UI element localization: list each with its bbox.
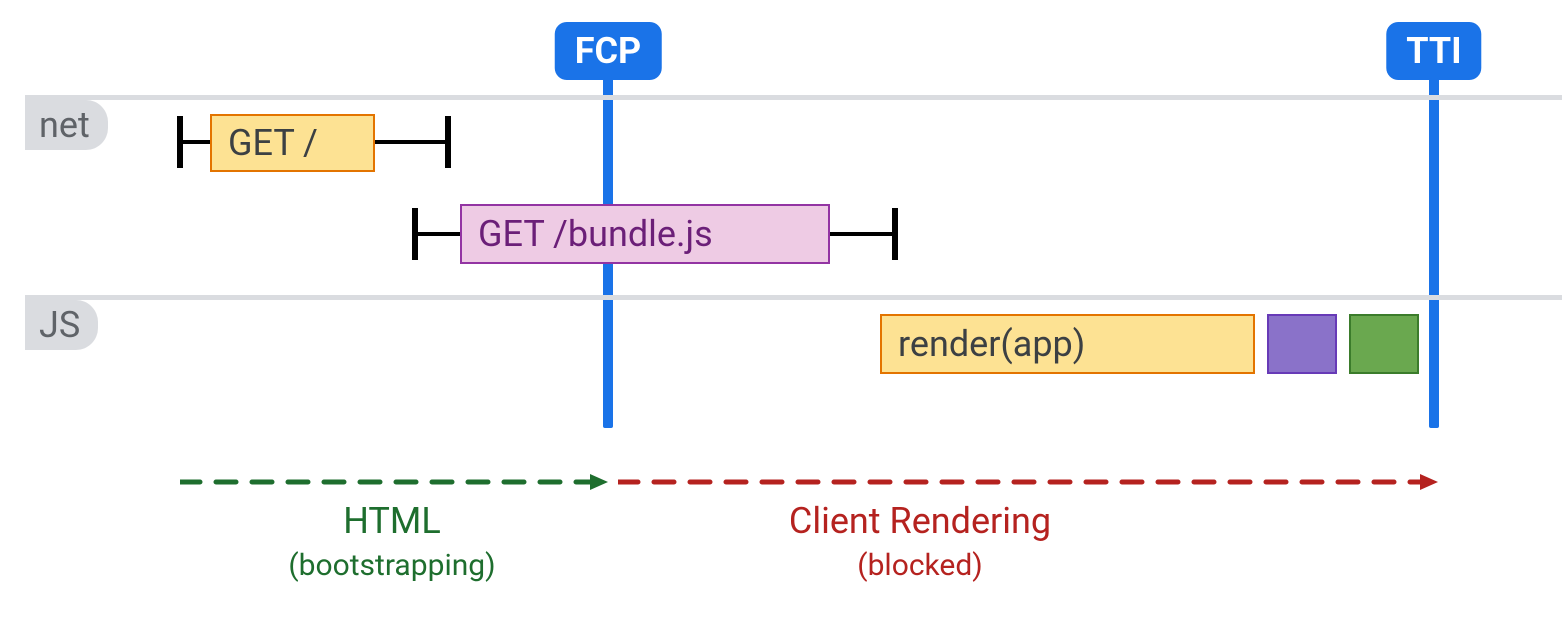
track-label-js: JS xyxy=(25,300,98,350)
track-line-js xyxy=(25,295,1562,300)
track-line-net xyxy=(25,95,1562,100)
marker-text: FCP xyxy=(575,30,642,72)
marker-fcp-label: FCP xyxy=(555,22,662,80)
phase-label-html: HTML xyxy=(343,500,440,542)
phase-title: HTML xyxy=(343,500,440,542)
track-label-text: net xyxy=(39,104,90,146)
phase-arrow-client xyxy=(618,472,1438,492)
marker-text: TTI xyxy=(1406,30,1461,72)
phase-sub-html: (bootstrapping) xyxy=(288,548,495,583)
marker-tti-label: TTI xyxy=(1386,22,1481,80)
box-label: GET /bundle.js xyxy=(478,213,713,255)
rendering-timeline-diagram: FCP TTI net GET / GET /bundle.js JS rend… xyxy=(0,0,1562,628)
phase-subtitle: (blocked) xyxy=(857,548,982,583)
net-request-get-bundle: GET /bundle.js xyxy=(460,204,830,264)
marker-tti-line xyxy=(1429,78,1439,428)
track-label-text: JS xyxy=(39,304,80,346)
box-label: render(app) xyxy=(898,323,1085,365)
js-task-green xyxy=(1349,314,1419,374)
phase-subtitle: (bootstrapping) xyxy=(288,548,495,583)
track-label-net: net xyxy=(25,100,108,150)
js-task-purple xyxy=(1267,314,1337,374)
phase-title: Client Rendering xyxy=(789,500,1051,542)
js-task-render-app: render(app) xyxy=(880,314,1255,374)
whisker-cap xyxy=(892,208,898,260)
net-request-get-root: GET / xyxy=(210,114,375,172)
box-label: GET / xyxy=(228,122,318,164)
whisker-cap xyxy=(445,116,451,168)
phase-label-client: Client Rendering xyxy=(789,500,1051,542)
phase-arrow-html xyxy=(180,472,608,492)
phase-sub-client: (blocked) xyxy=(857,548,982,583)
